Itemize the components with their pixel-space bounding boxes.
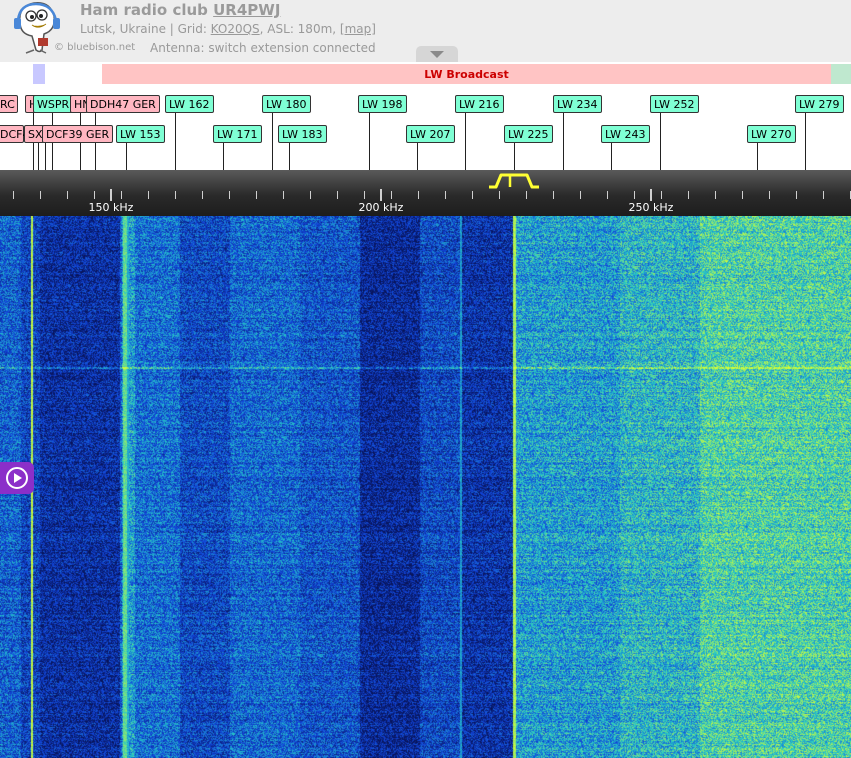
scale-tick: [499, 191, 500, 199]
scale-label: 250 kHz: [628, 201, 674, 214]
station-marker-line: [805, 113, 806, 170]
station-label-lw252[interactable]: LW 252: [650, 95, 699, 113]
collapse-header-button[interactable]: [416, 46, 458, 62]
scale-tick: [310, 191, 311, 199]
scale-tick: [67, 191, 68, 199]
station-label-lw270[interactable]: LW 270: [747, 125, 796, 143]
passband-marker[interactable]: [484, 170, 544, 190]
scale-tick: [202, 191, 203, 199]
scale-major-tick: [380, 189, 382, 201]
station-label-lw162[interactable]: LW 162: [165, 95, 214, 113]
scale-tick: [364, 191, 365, 199]
map-link[interactable]: [map]: [340, 22, 376, 36]
station-label-dcf4[interactable]: DCF4: [0, 125, 29, 143]
station-marker-line: [660, 113, 661, 170]
station-label-lw216[interactable]: LW 216: [455, 95, 504, 113]
asl-text: , ASL: 180m,: [259, 22, 340, 36]
station-marker-line: [175, 113, 176, 170]
station-marker-line: [38, 143, 39, 170]
grid-link[interactable]: KO20QS: [211, 22, 260, 36]
scale-tick: [526, 191, 527, 199]
band-bar: LW Broadcast: [0, 62, 851, 88]
location-text: Lutsk, Ukraine | Grid:: [80, 22, 211, 36]
station-marker-line: [223, 143, 224, 170]
frequency-scale[interactable]: 150 kHz 200 kHz 250 kHz: [0, 170, 851, 216]
band-marker-left[interactable]: [33, 64, 45, 84]
station-label-rc[interactable]: RC: [0, 95, 18, 113]
callsign-link[interactable]: UR4PWJ: [213, 1, 280, 19]
scale-tick: [796, 191, 797, 199]
page-title: Ham radio club UR4PWJ: [80, 1, 280, 19]
station-label-lw243[interactable]: LW 243: [601, 125, 650, 143]
scale-tick: [688, 191, 689, 199]
scale-tick: [661, 191, 662, 199]
scale-tick: [742, 191, 743, 199]
station-marker-line: [272, 113, 273, 170]
scale-tick: [40, 191, 41, 199]
station-label-lw183[interactable]: LW 183: [278, 125, 327, 143]
station-label-dcf39[interactable]: DCF39 GER: [42, 125, 113, 143]
station-label-lw153[interactable]: LW 153: [116, 125, 165, 143]
station-label-lw234[interactable]: LW 234: [553, 95, 602, 113]
scale-label: 200 kHz: [358, 201, 404, 214]
station-label-sx[interactable]: SX: [24, 125, 44, 143]
station-marker-line: [611, 143, 612, 170]
waterfall-canvas[interactable]: [0, 216, 851, 758]
scale-tick: [472, 191, 473, 199]
scale-major-tick: [110, 189, 112, 201]
scale-tick: [445, 191, 446, 199]
station-marker-line: [126, 143, 127, 170]
station-label-lw180[interactable]: LW 180: [262, 95, 311, 113]
scale-tick: [121, 191, 122, 199]
station-marker-line: [369, 113, 370, 170]
station-marker-line: [757, 143, 758, 170]
scale-tick: [175, 191, 176, 199]
chevron-down-icon: [430, 51, 444, 58]
scale-tick: [553, 191, 554, 199]
scale-tick: [13, 191, 14, 199]
location-line: Lutsk, Ukraine | Grid: KO20QS, ASL: 180m…: [80, 22, 376, 36]
station-label-lw171[interactable]: LW 171: [213, 125, 262, 143]
antenna-status: Antenna: switch extension connected: [150, 41, 376, 55]
scale-tick: [94, 191, 95, 199]
station-label-lw207[interactable]: LW 207: [406, 125, 455, 143]
title-text: Ham radio club: [80, 1, 214, 19]
scale-tick: [337, 191, 338, 199]
credit-link[interactable]: © bluebison.net: [54, 42, 135, 53]
scale-major-tick: [650, 189, 652, 201]
scale-tick: [769, 191, 770, 199]
scale-tick: [229, 191, 230, 199]
station-label-wspr[interactable]: WSPR: [33, 95, 73, 113]
header: Ham radio club UR4PWJ Lutsk, Ukraine | G…: [0, 0, 851, 62]
station-marker-line: [514, 143, 515, 170]
play-button[interactable]: [0, 462, 34, 494]
scale-tick: [391, 191, 392, 199]
station-marker-line: [417, 143, 418, 170]
scale-tick: [418, 191, 419, 199]
scale-tick: [607, 191, 608, 199]
play-icon: [6, 467, 28, 489]
station-label-ddh47[interactable]: DDH47 GER: [86, 95, 160, 113]
station-labels: RCHWSPRHNDDH47 GERLW 162LW 180LW 198LW 2…: [0, 88, 851, 170]
scale-tick: [148, 191, 149, 199]
scale-label: 150 kHz: [88, 201, 134, 214]
scale-tick: [256, 191, 257, 199]
scale-tick: [283, 191, 284, 199]
station-marker-line: [45, 143, 46, 170]
station-label-lw198[interactable]: LW 198: [358, 95, 407, 113]
station-marker-line: [465, 113, 466, 170]
scale-tick: [634, 191, 635, 199]
scale-tick: [823, 191, 824, 199]
band-lw-broadcast[interactable]: LW Broadcast: [102, 64, 831, 84]
station-label-lw225[interactable]: LW 225: [504, 125, 553, 143]
station-marker-line: [563, 113, 564, 170]
scale-tick: [715, 191, 716, 199]
waterfall-display[interactable]: [0, 216, 851, 758]
band-marker-right[interactable]: [831, 64, 851, 84]
station-label-lw279[interactable]: LW 279: [795, 95, 844, 113]
station-marker-line: [289, 143, 290, 170]
scale-tick: [580, 191, 581, 199]
